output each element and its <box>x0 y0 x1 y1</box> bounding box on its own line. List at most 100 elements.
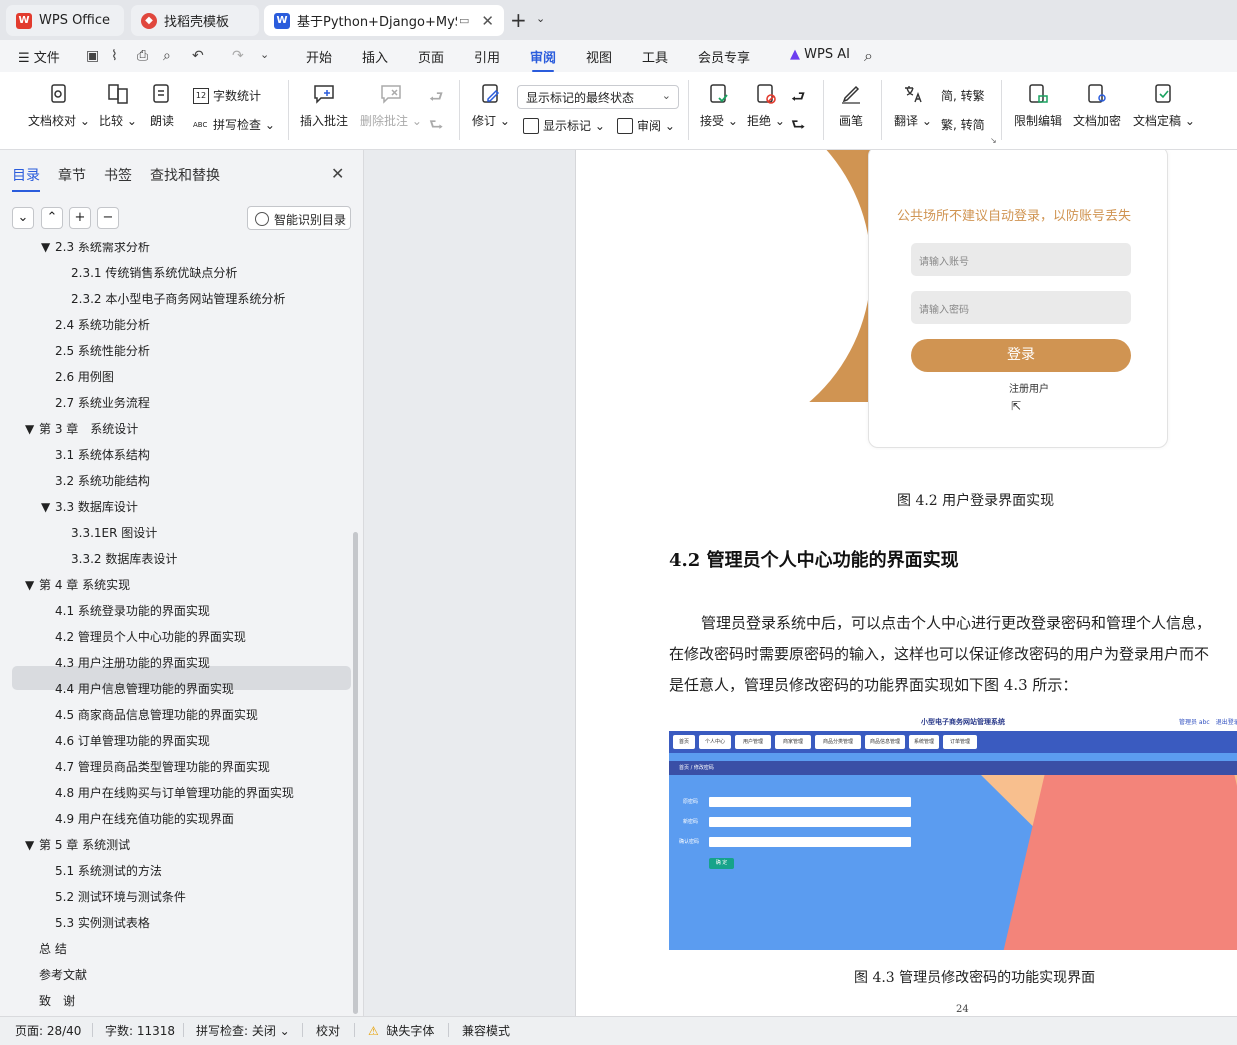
toc-item[interactable]: 致 谢 <box>39 988 75 1014</box>
toc-item[interactable]: 2.4 系统功能分析 <box>55 312 150 338</box>
to-simplified-button[interactable]: 繁, 转简 <box>941 116 985 133</box>
encrypt-button[interactable]: 文档加密 <box>1073 82 1121 129</box>
translate-button[interactable]: 翻译 ⌄ <box>894 82 932 129</box>
promote-heading-button[interactable]: + <box>69 207 91 229</box>
insert-comment-button[interactable]: 插入批注 <box>300 82 348 129</box>
word-count-status[interactable]: 字数: 11318 <box>105 1022 175 1039</box>
toc-item[interactable]: 2.3.1 传统销售系统优缺点分析 <box>71 260 237 286</box>
toc-item[interactable]: 2.6 用例图 <box>55 364 114 390</box>
menu-page[interactable]: 页面 <box>418 47 444 66</box>
next-comment-icon[interactable]: ⮑ <box>429 114 443 141</box>
search-icon[interactable]: ⌕ <box>864 46 873 66</box>
toc-item[interactable]: 3.2 系统功能结构 <box>55 468 150 494</box>
page-indicator[interactable]: 页面: 28/40 <box>15 1022 81 1039</box>
toc-item[interactable]: 第 5 章 系统测试 <box>39 832 130 858</box>
to-traditional-button[interactable]: 简, 转繁 <box>941 87 985 104</box>
redo-icon[interactable]: ↷ <box>232 48 244 64</box>
print-icon[interactable]: ⎙ <box>137 48 148 64</box>
toc-item[interactable]: 2.3.2 本小型电子商务网站管理系统分析 <box>71 286 285 312</box>
toc-scrollbar[interactable] <box>353 532 358 1014</box>
toc-item[interactable]: 4.9 用户在线充值功能的实现界面 <box>55 806 234 832</box>
toc-item[interactable]: 3.1 系统体系结构 <box>55 442 150 468</box>
menu-review[interactable]: 审阅 <box>530 47 556 72</box>
toc-item[interactable]: 2.5 系统性能分析 <box>55 338 150 364</box>
spell-check-status[interactable]: 拼写检查: 关闭 ⌄ <box>196 1022 290 1039</box>
smart-toc-button[interactable]: 智能识别目录 <box>247 206 351 230</box>
previous-change-icon[interactable]: ⮐ <box>791 86 805 113</box>
review-pane-button[interactable]: 审阅 ⌄ <box>617 117 675 134</box>
read-aloud-button[interactable]: 朗读 <box>150 82 174 129</box>
finalize-button[interactable]: 文档定稿 ⌄ <box>1133 82 1195 129</box>
toc-item[interactable]: 4.8 用户在线购买与订单管理功能的界面实现 <box>55 780 294 806</box>
next-change-icon[interactable]: ⮑ <box>791 114 805 141</box>
toc-item[interactable]: 总 结 <box>39 936 67 962</box>
delete-comment-button[interactable]: 删除批注 ⌄ <box>360 82 422 129</box>
toc-item[interactable]: 5.3 实例测试表格 <box>55 910 150 936</box>
file-menu[interactable]: ☰ 文件 <box>18 47 60 66</box>
accept-button[interactable]: 接受 ⌄ <box>700 82 738 129</box>
previous-comment-icon[interactable]: ⮐ <box>429 86 443 113</box>
expand-arrow-icon[interactable]: ▼ <box>41 494 50 520</box>
tab-find-replace[interactable]: 查找和替换 <box>150 165 220 185</box>
wps-ai-button[interactable]: ▲ WPS AI <box>790 47 850 62</box>
spell-check-button[interactable]: ABC 拼写检查 ⌄ <box>193 116 275 133</box>
format-painter-icon[interactable]: ⌇ <box>111 48 118 64</box>
missing-font-status[interactable]: ⚠ 缺失字体 <box>368 1022 434 1039</box>
toc-item[interactable]: 4.4 用户信息管理功能的界面实现 <box>55 676 234 702</box>
document-page[interactable]: 公共场所不建议自动登录，以防账号丢失 请输入账号 请输入密码 登录 注册用户 ⇱… <box>575 150 1237 1016</box>
close-icon[interactable]: ✕ <box>331 164 344 183</box>
dialog-launcher-icon[interactable]: ↘ <box>990 136 997 145</box>
document-area[interactable]: 公共场所不建议自动登录，以防账号丢失 请输入账号 请输入密码 登录 注册用户 ⇱… <box>365 150 1237 1016</box>
toc-item[interactable]: 4.1 系统登录功能的界面实现 <box>55 598 210 624</box>
tab-document[interactable]: W 基于Python+Django+MySQL ▭ ✕ <box>264 5 504 36</box>
toc-item[interactable]: 5.1 系统测试的方法 <box>55 858 162 884</box>
chevron-down-icon[interactable]: ⌄ <box>536 12 545 25</box>
tab-bookmarks[interactable]: 书签 <box>104 165 132 185</box>
expand-arrow-icon[interactable]: ▼ <box>25 572 34 598</box>
toc-item[interactable]: 2.7 系统业务流程 <box>55 390 150 416</box>
collapse-all-button[interactable]: ⌃ <box>41 207 63 229</box>
toc-item[interactable]: 4.7 管理员商品类型管理功能的界面实现 <box>55 754 270 780</box>
undo-icon[interactable]: ↶ <box>192 48 204 64</box>
new-tab-button[interactable]: + <box>510 8 527 32</box>
toc-item[interactable]: 4.2 管理员个人中心功能的界面实现 <box>55 624 246 650</box>
toc-item[interactable]: 4.3 用户注册功能的界面实现 <box>55 650 210 676</box>
toc-item[interactable]: 4.6 订单管理功能的界面实现 <box>55 728 210 754</box>
markup-state-select[interactable]: 显示标记的最终状态 ⌄ <box>517 85 679 109</box>
proofread-status[interactable]: 校对 <box>316 1022 340 1039</box>
print-preview-icon[interactable]: ⌕ <box>163 48 171 64</box>
expand-all-button[interactable]: ⌄ <box>12 207 34 229</box>
tab-docer[interactable]: ◆ 找稻壳模板 <box>131 5 259 36</box>
expand-arrow-icon[interactable]: ▼ <box>41 242 50 260</box>
tab-toc[interactable]: 目录 <box>12 165 40 192</box>
pen-button[interactable]: 画笔 <box>839 82 863 129</box>
toc-item[interactable]: 第 3 章 系统设计 <box>39 416 138 442</box>
tab-sections[interactable]: 章节 <box>58 165 86 185</box>
word-count-button[interactable]: 12 字数统计 <box>193 87 261 104</box>
toc-item[interactable]: 2.3 系统需求分析 <box>55 242 150 260</box>
toc-item[interactable]: 4.5 商家商品信息管理功能的界面实现 <box>55 702 258 728</box>
expand-arrow-icon[interactable]: ▼ <box>25 416 34 442</box>
toc-item[interactable]: 参考文献 <box>39 962 87 988</box>
save-icon[interactable]: ▣ <box>86 48 99 64</box>
toc-item[interactable]: 5.2 测试环境与测试条件 <box>55 884 186 910</box>
toc-item[interactable]: 3.3.2 数据库表设计 <box>71 546 177 572</box>
show-markup-button[interactable]: 显示标记 ⌄ <box>523 117 605 134</box>
menu-insert[interactable]: 插入 <box>362 47 388 66</box>
demote-heading-button[interactable]: − <box>97 207 119 229</box>
close-icon[interactable]: ✕ <box>475 12 494 30</box>
menu-references[interactable]: 引用 <box>474 47 500 66</box>
compare-button[interactable]: 比较 ⌄ <box>99 82 137 129</box>
menu-member[interactable]: 会员专享 <box>698 47 750 66</box>
track-changes-button[interactable]: 修订 ⌄ <box>472 82 510 129</box>
restrict-edit-button[interactable]: 限制编辑 <box>1014 82 1062 129</box>
toc-item[interactable]: 第 4 章 系统实现 <box>39 572 130 598</box>
expand-arrow-icon[interactable]: ▼ <box>25 832 34 858</box>
reject-button[interactable]: 拒绝 ⌄ <box>747 82 785 129</box>
toc-item[interactable]: 3.3 数据库设计 <box>55 494 138 520</box>
menu-view[interactable]: 视图 <box>586 47 612 66</box>
tab-wps-office[interactable]: W WPS Office <box>6 5 124 36</box>
menu-tools[interactable]: 工具 <box>642 47 668 66</box>
toc-item[interactable]: 3.3.1ER 图设计 <box>71 520 157 546</box>
menu-home[interactable]: 开始 <box>306 47 332 66</box>
